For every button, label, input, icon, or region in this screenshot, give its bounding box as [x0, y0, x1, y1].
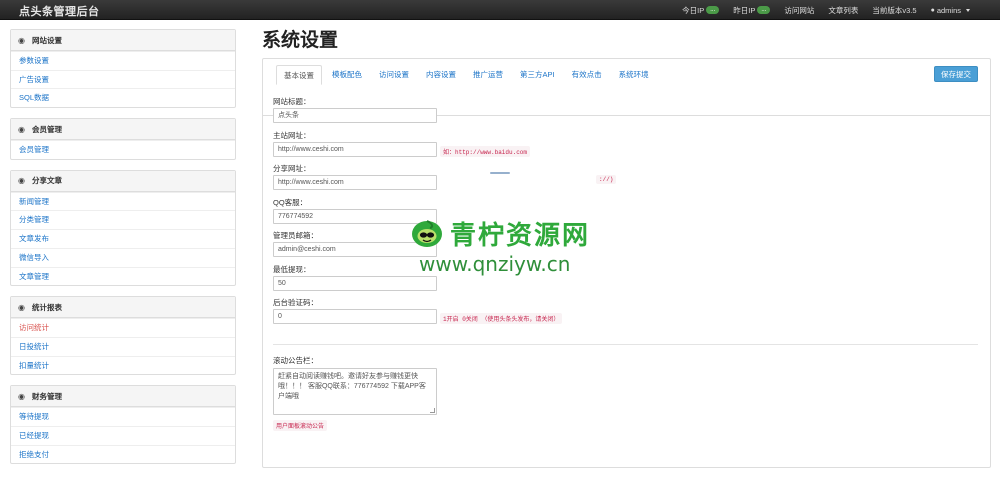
- tab-third-party-api[interactable]: 第三方API: [513, 65, 562, 85]
- sidebar-item-news[interactable]: 新闻管理: [11, 191, 235, 211]
- sidebar-item-wechat-import[interactable]: 微信导入: [11, 247, 235, 267]
- field-label: 最低提现：: [273, 264, 311, 274]
- chevron-down-icon: [966, 8, 970, 12]
- overlay-artifact: [490, 172, 510, 174]
- watermark-url: www.qnziyw.cn: [419, 252, 571, 276]
- nav-yesterday-ip-label: 昨日IP: [733, 5, 756, 15]
- field-hint: ://): [596, 175, 617, 184]
- field-qq: QQ客服： 776774592: [273, 197, 973, 224]
- field-label: 主站网址：: [273, 130, 311, 140]
- sidebar-group-header[interactable]: ◉ 会员管理: [11, 119, 235, 141]
- field-site-title: 网站标题： 点头条: [273, 96, 973, 123]
- sidebar-group-members: ◉ 会员管理 会员管理: [10, 118, 236, 160]
- dashboard-icon: ◉: [18, 302, 25, 312]
- dashboard-icon: ◉: [18, 124, 25, 134]
- sidebar-item-sql[interactable]: SQL数据: [11, 88, 235, 107]
- min-withdraw-input[interactable]: 50: [273, 275, 437, 291]
- sidebar-group-header[interactable]: ◉ 财务管理: [11, 386, 235, 408]
- sidebar-item-daily-stats[interactable]: 日投统计: [11, 336, 235, 356]
- tab-access[interactable]: 访问设置: [372, 65, 416, 85]
- tab-template-color[interactable]: 模板配色: [325, 65, 369, 85]
- field-label: 管理员邮箱：: [273, 231, 318, 240]
- nav-version[interactable]: 当前版本v3.5: [872, 5, 916, 16]
- dashboard-icon: ◉: [18, 35, 25, 45]
- sidebar: ◉ 网站设置 参数设置 广告设置 SQL数据 ◉ 会员管理 会员管理 ◉ 分享文章 新…: [10, 29, 236, 474]
- field-label: 分享网址：: [273, 164, 311, 173]
- tab-basic[interactable]: 基本设置: [276, 65, 322, 85]
- sidebar-item-pending-withdraw[interactable]: 等待提现: [11, 407, 235, 426]
- sidebar-item-publish[interactable]: 文章发布: [11, 229, 235, 248]
- dashboard-icon: ◉: [18, 176, 25, 186]
- watermark-text: 青柠资源网: [450, 221, 591, 251]
- sidebar-item-deduct-stats[interactable]: 扣量统计: [11, 355, 235, 375]
- sidebar-group-title: 网站设置: [31, 35, 62, 45]
- user-icon: ●: [930, 6, 935, 14]
- field-hint: 如：http://www.baidu.com: [440, 145, 531, 157]
- main-url-input[interactable]: http://www.ceshi.com: [273, 141, 437, 157]
- scroll-notice-text: 赶紧自动阅读赚钱吧。邀请好友参与赚钱更快哦！！！ 客服QQ联系：77677459…: [278, 373, 426, 400]
- sidebar-item-member-manage[interactable]: 会员管理: [11, 140, 235, 159]
- sidebar-item-withdrawn[interactable]: 已经提现: [11, 425, 235, 445]
- nav-yesterday-ip[interactable]: 昨日IP ...: [733, 5, 771, 16]
- field-main-url: 主站网址： http://www.ceshi.com 如：http://www.…: [273, 130, 973, 157]
- user-name: admins: [936, 5, 961, 15]
- field-hint: 1开启 0关闭 （使用头条头发布，请关闭）: [440, 313, 563, 324]
- field-label: 后台验证码：: [273, 298, 318, 307]
- watermark-logo-icon: [412, 219, 442, 247]
- sidebar-item-article-manage[interactable]: 文章管理: [11, 266, 235, 286]
- field-label: QQ客服：: [273, 197, 308, 207]
- today-ip-badge: ...: [706, 6, 720, 14]
- nav-today-ip[interactable]: 今日IP ...: [682, 5, 720, 16]
- sidebar-item-rejected[interactable]: 拒绝支付: [11, 444, 235, 464]
- sidebar-group-header[interactable]: ◉ 网站设置: [11, 30, 235, 51]
- sidebar-group-finance: ◉ 财务管理 等待提现 已经提现 拒绝支付: [10, 385, 236, 465]
- sidebar-group-title: 分享文章: [31, 176, 62, 186]
- settings-form: 网站标题： 点头条 主站网址： http://www.ceshi.com 如：h…: [273, 96, 973, 331]
- main-content: 系统设置 基本设置 模板配色 访问设置 内容设置 推广运营 第三方API 有效点…: [262, 28, 991, 468]
- site-title-input[interactable]: 点头条: [273, 108, 437, 123]
- scroll-notice-hint: 用户面板滚动公告: [273, 420, 328, 431]
- sidebar-group-site-settings: ◉ 网站设置 参数设置 广告设置 SQL数据: [10, 29, 236, 109]
- field-admin-email: 管理员邮箱： admin@ceshi.com: [273, 230, 973, 257]
- save-button[interactable]: 保存提交: [934, 66, 978, 82]
- field-share-url: 分享网址： http://www.ceshi.com ://): [273, 163, 973, 190]
- nav-right: 今日IP ... 昨日IP ... 访问网站 文章列表 当前版本v3.5 ● a…: [682, 0, 970, 20]
- section-divider: [273, 344, 978, 345]
- top-navbar: 点头条管理后台 今日IP ... 昨日IP ... 访问网站 文章列表 当前版本…: [0, 0, 1000, 20]
- yesterday-ip-badge: ...: [757, 6, 771, 14]
- nav-today-ip-label: 今日IP: [682, 5, 705, 15]
- nav-visit-site[interactable]: 访问网站: [784, 5, 814, 16]
- scroll-notice-textarea[interactable]: 赶紧自动阅读赚钱吧。邀请好友参与赚钱更快哦！！！ 客服QQ联系：77677459…: [273, 368, 437, 415]
- sidebar-group-header[interactable]: ◉ 统计报表: [11, 297, 235, 319]
- tab-system-env[interactable]: 系统环境: [612, 65, 656, 85]
- sidebar-group-title: 统计报表: [31, 302, 62, 312]
- sidebar-group-reports: ◉ 统计报表 访问统计 日投统计 扣量统计: [10, 296, 236, 376]
- sidebar-group-header[interactable]: ◉ 分享文章: [11, 170, 235, 192]
- tab-content[interactable]: 内容设置: [419, 65, 463, 85]
- sidebar-group-articles: ◉ 分享文章 新闻管理 分类管理 文章发布 微信导入 文章管理: [10, 169, 236, 287]
- field-min-withdraw: 最低提现： 50: [273, 264, 973, 291]
- page-title: 系统设置: [262, 30, 339, 51]
- tab-promotion[interactable]: 推广运营: [466, 65, 510, 85]
- share-url-input[interactable]: http://www.ceshi.com: [273, 175, 437, 190]
- brand-title[interactable]: 点头条管理后台: [19, 3, 100, 19]
- dashboard-icon: ◉: [18, 391, 25, 401]
- sidebar-item-params[interactable]: 参数设置: [11, 51, 235, 70]
- resize-handle-icon[interactable]: [430, 408, 435, 413]
- sidebar-item-ads[interactable]: 广告设置: [11, 69, 235, 89]
- nav-article-list[interactable]: 文章列表: [828, 5, 858, 16]
- settings-tabs: 基本设置 模板配色 访问设置 内容设置 推广运营 第三方API 有效点击 系统环…: [276, 65, 659, 85]
- tab-valid-click[interactable]: 有效点击: [565, 65, 609, 85]
- sidebar-item-categories[interactable]: 分类管理: [11, 210, 235, 229]
- watermark: 青柠资源网: [410, 215, 590, 252]
- captcha-input[interactable]: 0: [273, 309, 437, 324]
- sidebar-item-visit-stats[interactable]: 访问统计: [11, 318, 235, 337]
- user-menu[interactable]: ● admins: [931, 6, 970, 15]
- settings-card: 基本设置 模板配色 访问设置 内容设置 推广运营 第三方API 有效点击 系统环…: [262, 58, 991, 468]
- sidebar-group-title: 财务管理: [31, 391, 62, 401]
- scroll-notice-label: 滚动公告栏：: [273, 356, 318, 365]
- field-label: 网站标题：: [273, 97, 311, 106]
- sidebar-group-title: 会员管理: [31, 124, 62, 134]
- field-captcha: 后台验证码： 0 1开启 0关闭 （使用头条头发布，请关闭）: [273, 297, 973, 324]
